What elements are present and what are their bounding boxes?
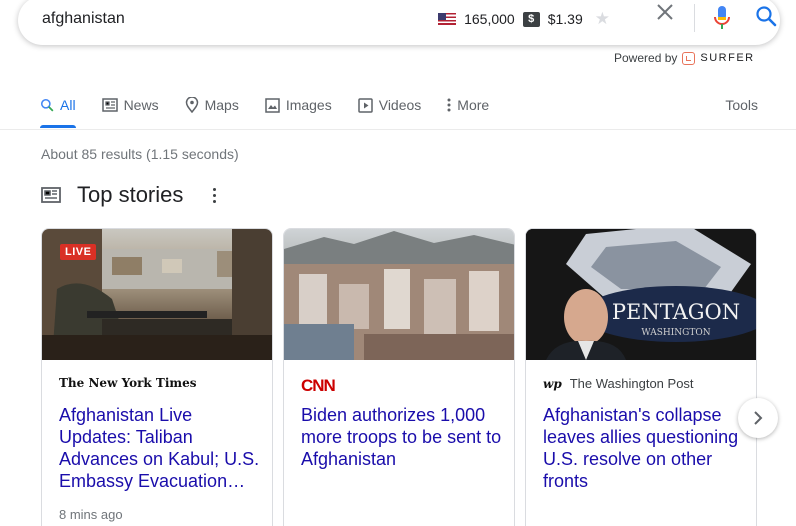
story-headline[interactable]: Biden authorizes 1,000 more troops to be…: [301, 404, 507, 470]
story-image: PENTAGON WASHINGTON: [526, 229, 756, 360]
search-bar: afghanistan 165,000 $ $1.39 ★: [18, 0, 780, 45]
story-source: wp The Washington Post: [543, 376, 694, 391]
kabul-city-image: [284, 231, 514, 360]
top-stories-title: Top stories: [77, 182, 184, 207]
story-source: CNN: [301, 376, 336, 396]
cpc-icon: $: [522, 11, 540, 27]
clear-search-button[interactable]: [655, 2, 675, 28]
powered-by[interactable]: Powered by SURFER: [614, 51, 755, 65]
tab-label: News: [123, 97, 159, 113]
tabs-divider: [0, 129, 796, 130]
tab-label: More: [457, 97, 490, 113]
more-options-icon[interactable]: [213, 187, 217, 203]
wp-logo-icon: wp: [543, 376, 562, 391]
search-divider: [694, 4, 695, 32]
tab-label: Images: [285, 97, 332, 113]
tab-maps[interactable]: Maps: [185, 95, 239, 115]
story-headline[interactable]: Afghanistan's collapse leaves allies que…: [543, 404, 749, 492]
washington-sign-text: WASHINGTON: [641, 328, 710, 338]
next-stories-button[interactable]: [738, 398, 778, 438]
tab-label: Videos: [378, 97, 422, 113]
story-source: The New York Times: [59, 376, 197, 390]
source-name: The New York Times: [59, 376, 197, 390]
tab-more[interactable]: More: [447, 95, 489, 115]
tab-all[interactable]: All: [40, 95, 76, 128]
tab-label: Maps: [204, 97, 239, 113]
tab-images[interactable]: Images: [265, 95, 332, 115]
powered-by-label: Powered by: [614, 51, 678, 65]
story-card[interactable]: PENTAGON WASHINGTON wp The Washington Po…: [525, 228, 757, 526]
tab-videos[interactable]: Videos: [357, 95, 422, 115]
news-icon: [101, 98, 118, 112]
tools-button[interactable]: Tools: [725, 97, 758, 113]
story-card[interactable]: LIVE The New York Times Afghanistan Live…: [41, 228, 273, 526]
story-headline[interactable]: Afghanistan Live Updates: Taliban Advanc…: [59, 404, 265, 492]
search-volume: 165,000: [464, 11, 515, 27]
map-pin-icon: [185, 97, 198, 113]
search-icon: [40, 98, 54, 112]
story-time: 8 mins ago: [59, 507, 123, 522]
video-icon: [357, 97, 373, 113]
top-stories-header: Top stories: [41, 182, 217, 208]
source-name: The Washington Post: [569, 376, 694, 391]
keyword-stats: 165,000 $ $1.39 ★: [438, 9, 610, 29]
us-flag-icon: [438, 13, 457, 25]
tab-label: All: [60, 97, 76, 113]
cpc-value: $1.39: [547, 11, 583, 27]
search-tabs: All News Maps Images Videos More: [40, 95, 515, 129]
microphone-icon[interactable]: [711, 4, 733, 32]
pentagon-sign-text: PENTAGON: [612, 300, 740, 324]
story-image: [284, 229, 514, 360]
tab-news[interactable]: News: [101, 95, 159, 115]
search-icon[interactable]: [754, 4, 778, 28]
news-icon: [41, 187, 61, 203]
search-input[interactable]: afghanistan: [42, 10, 125, 28]
star-icon[interactable]: ★: [595, 9, 610, 29]
live-badge: LIVE: [60, 244, 97, 260]
close-icon: [657, 4, 673, 20]
more-vert-icon: [447, 98, 451, 112]
surfer-brand: SURFER: [700, 52, 755, 64]
surfer-logo-icon: [682, 51, 696, 65]
chevron-right-icon: [754, 411, 763, 425]
story-image: LIVE: [42, 229, 272, 360]
story-card[interactable]: CNN Biden authorizes 1,000 more troops t…: [283, 228, 515, 526]
source-name: CNN: [301, 376, 336, 395]
image-icon: [265, 97, 280, 113]
results-count: About 85 results (1.15 seconds): [41, 146, 239, 162]
pentagon-briefing-image: PENTAGON WASHINGTON: [526, 229, 756, 360]
